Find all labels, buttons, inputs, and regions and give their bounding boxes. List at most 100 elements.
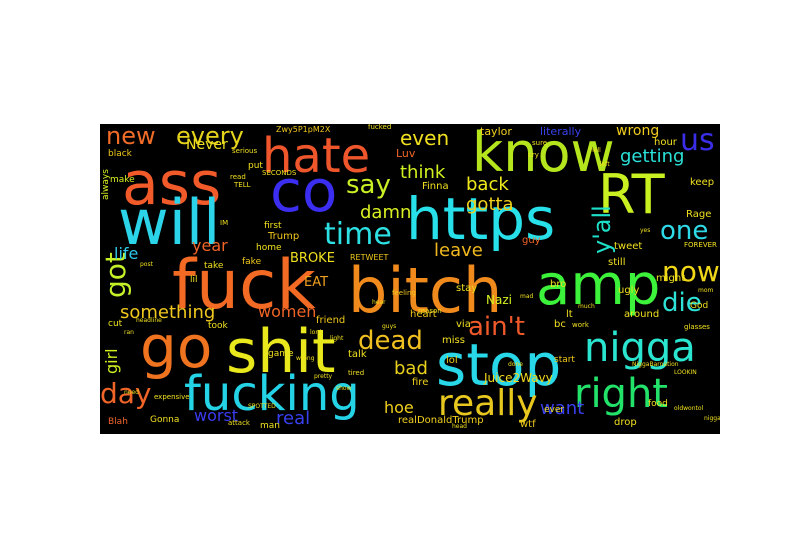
word: need	[124, 389, 139, 396]
word: literally	[540, 125, 582, 138]
word: Never	[186, 137, 228, 153]
word: hoe	[384, 398, 414, 417]
word: feeling	[392, 289, 416, 297]
word: tweet	[614, 241, 643, 252]
word: bc	[554, 319, 566, 330]
word: taylor	[480, 125, 512, 138]
word: Luv	[396, 147, 416, 160]
word: Nazi	[486, 293, 512, 307]
word: ain't	[468, 312, 525, 342]
word: sure	[532, 139, 548, 147]
word: attack	[228, 419, 250, 427]
word: around	[624, 309, 660, 320]
word: reason	[418, 307, 442, 315]
word: take	[204, 261, 224, 271]
word: year	[192, 236, 228, 255]
word: always	[101, 169, 111, 200]
word: drop	[614, 417, 637, 428]
word: RETWEET	[350, 253, 389, 262]
word: glasses	[684, 323, 710, 331]
word: NiggaBarnation	[632, 361, 679, 368]
word: mom	[698, 287, 714, 294]
word: lol	[446, 355, 458, 366]
word: cut	[108, 319, 123, 329]
word: LOOKIN	[674, 369, 697, 376]
word: guy	[522, 235, 541, 246]
word: girl	[102, 348, 121, 374]
word: IM	[220, 219, 229, 227]
word: hear	[372, 299, 386, 306]
word: left	[600, 161, 610, 168]
word: yes	[640, 227, 651, 234]
word: EAT	[304, 275, 329, 290]
word: getting	[620, 146, 685, 167]
word: TELL	[234, 181, 251, 189]
word: start	[554, 355, 575, 365]
word: bro	[550, 279, 567, 290]
word: home	[256, 243, 282, 253]
word: Juice2Wavy	[484, 371, 553, 385]
word: think	[400, 162, 446, 183]
word: us	[680, 124, 715, 158]
word: read	[230, 173, 246, 181]
word: damn	[360, 202, 412, 223]
word: via	[456, 319, 471, 330]
word: black	[108, 149, 132, 159]
word: much	[578, 303, 595, 310]
word: talk	[348, 349, 367, 360]
word: wtf	[520, 419, 536, 430]
word: hour	[654, 137, 677, 148]
word: expensive	[154, 393, 190, 401]
word: mad	[520, 293, 534, 300]
word: done	[508, 361, 523, 368]
word: cry	[528, 151, 539, 159]
word: Blah	[108, 417, 128, 427]
word: y'all	[588, 205, 616, 254]
word: guys	[382, 323, 397, 330]
word: nigga	[704, 415, 720, 422]
word: lil	[190, 275, 198, 285]
word: miss	[442, 335, 465, 346]
word: serious	[232, 147, 258, 155]
word: headline	[136, 317, 162, 324]
word: Zwy5P1pM2X	[276, 125, 331, 134]
word: make	[110, 175, 135, 185]
word: food	[648, 399, 668, 409]
word: light	[330, 335, 344, 342]
word: time	[324, 217, 392, 252]
word: life	[114, 244, 139, 263]
word: ever	[544, 405, 565, 415]
word: oldwontol	[674, 405, 704, 412]
word: BROKE	[290, 251, 335, 266]
word: back	[466, 174, 509, 195]
word: Gonna	[150, 415, 180, 425]
word: first	[264, 221, 282, 231]
word: friend	[316, 315, 346, 326]
word: keep	[690, 177, 715, 188]
word: SECONDS	[262, 169, 297, 177]
word: real	[276, 408, 311, 429]
word: say	[346, 170, 391, 200]
word: ugly	[618, 285, 640, 296]
word: Finna	[422, 181, 449, 192]
word: lt	[566, 309, 573, 320]
word: work	[572, 321, 589, 329]
word: post	[140, 261, 153, 268]
word-cloud: hate know ass co RT will https fuck bitc…	[100, 124, 720, 434]
word: something	[120, 302, 216, 323]
word: man	[260, 421, 280, 431]
word: might	[656, 273, 686, 284]
word: leave	[434, 240, 483, 261]
word: women	[258, 302, 317, 321]
word: lord	[310, 329, 322, 336]
word: Rage	[686, 209, 712, 220]
word: still	[608, 257, 626, 268]
word: tired	[348, 369, 365, 377]
word: game	[268, 349, 294, 359]
word: Trump	[268, 231, 300, 242]
word: FOREVER	[684, 241, 717, 249]
word: SPOTTED	[248, 403, 276, 410]
word: fucked	[368, 124, 392, 131]
word: head	[452, 423, 467, 430]
word: took	[208, 321, 228, 331]
